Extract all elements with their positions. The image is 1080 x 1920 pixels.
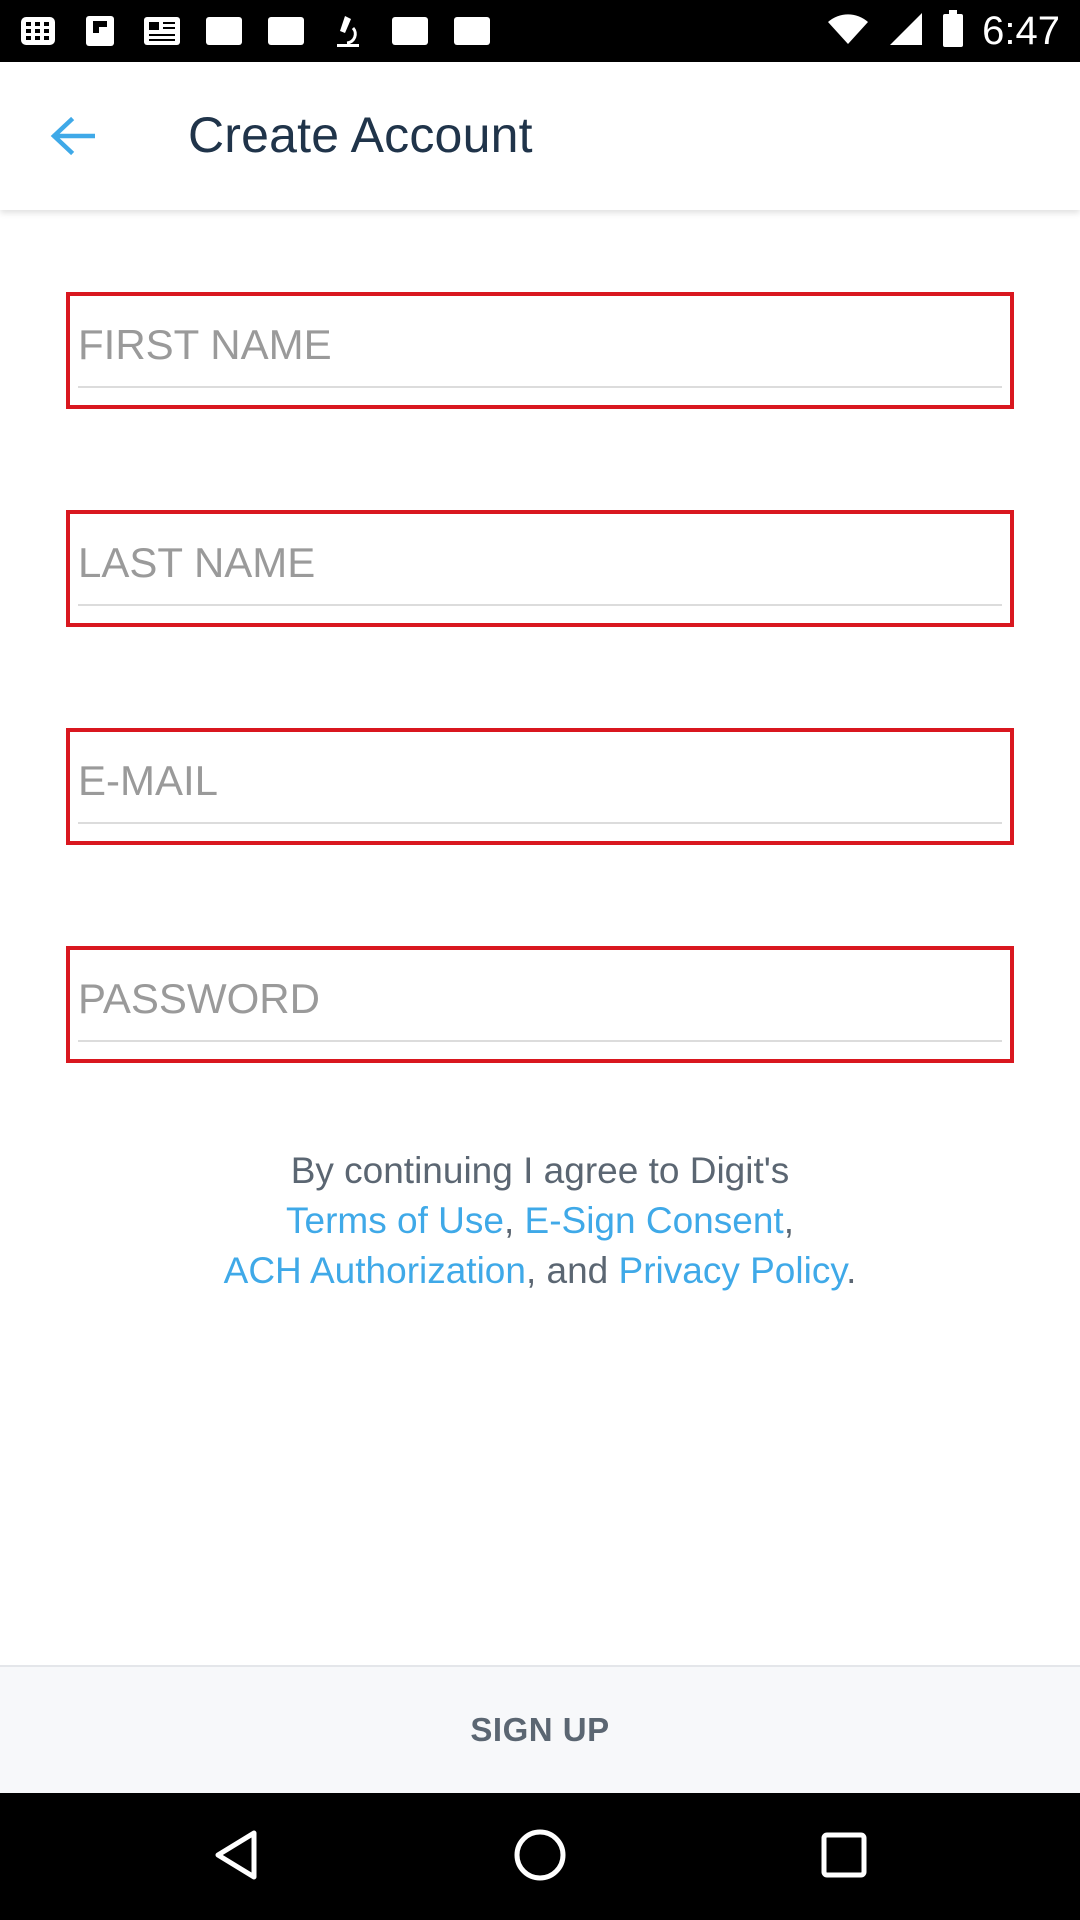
agreement-separator: , bbox=[783, 1200, 794, 1241]
last-name-input[interactable] bbox=[78, 528, 1002, 598]
page-title: Create Account bbox=[188, 107, 533, 163]
ach-authorization-link[interactable]: ACH Authorization bbox=[224, 1250, 526, 1291]
app-grid-icon bbox=[18, 14, 58, 48]
input-underline bbox=[78, 604, 1002, 606]
back-triangle-icon bbox=[212, 1829, 260, 1886]
sign-up-button[interactable]: SIGN UP bbox=[0, 1667, 1080, 1793]
agreement-prefix: By continuing I agree to Digit's bbox=[290, 1150, 790, 1191]
battery-icon bbox=[942, 9, 964, 53]
input-underline bbox=[78, 386, 1002, 388]
gallery-icon bbox=[390, 14, 430, 48]
news-icon bbox=[142, 14, 182, 48]
agreement-separator: , and bbox=[525, 1250, 619, 1291]
agreement-separator: , bbox=[503, 1200, 525, 1241]
first-name-input[interactable] bbox=[78, 310, 1002, 380]
terms-of-use-link[interactable]: Terms of Use bbox=[286, 1200, 504, 1241]
status-time: 6:47 bbox=[982, 8, 1060, 53]
esign-consent-link[interactable]: E-Sign Consent bbox=[525, 1200, 784, 1241]
password-input[interactable] bbox=[78, 964, 1002, 1034]
signal-icon bbox=[888, 11, 924, 52]
recents-square-icon bbox=[820, 1831, 868, 1884]
email-field bbox=[66, 728, 1014, 845]
back-button[interactable] bbox=[40, 106, 104, 170]
wifi-icon bbox=[826, 12, 870, 51]
arrow-back-icon bbox=[49, 116, 96, 161]
agreement-line-2: Terms of Use, E-Sign Consent, bbox=[0, 1196, 1080, 1246]
input-underline bbox=[78, 1040, 1002, 1042]
email-input[interactable] bbox=[78, 746, 1002, 816]
agreement-line-3: ACH Authorization, and Privacy Policy. bbox=[0, 1246, 1080, 1296]
navigation-bar bbox=[0, 1793, 1080, 1920]
flipboard-icon bbox=[80, 14, 120, 48]
home-circle-icon bbox=[513, 1828, 567, 1887]
privacy-policy-link[interactable]: Privacy Policy bbox=[619, 1250, 847, 1291]
agreement-end: . bbox=[846, 1250, 857, 1291]
last-name-field bbox=[66, 510, 1014, 627]
gallery-icon bbox=[266, 14, 306, 48]
gallery-icon bbox=[452, 14, 492, 48]
system-status: 6:47 bbox=[826, 8, 1060, 54]
status-bar: 6:47 bbox=[0, 0, 1080, 62]
nav-back-button[interactable] bbox=[202, 1823, 270, 1891]
signup-footer: SIGN UP bbox=[0, 1665, 1080, 1793]
app-bar: Create Account bbox=[0, 62, 1080, 210]
gallery-icon bbox=[204, 14, 244, 48]
input-underline bbox=[78, 822, 1002, 824]
nav-home-button[interactable] bbox=[506, 1823, 574, 1891]
first-name-field bbox=[66, 292, 1014, 409]
microscope-icon bbox=[328, 14, 368, 48]
agreement-text: By continuing I agree to Digit's Terms o… bbox=[0, 1146, 1080, 1296]
notification-icons bbox=[18, 12, 492, 50]
nav-recents-button[interactable] bbox=[810, 1823, 878, 1891]
password-field bbox=[66, 946, 1014, 1063]
